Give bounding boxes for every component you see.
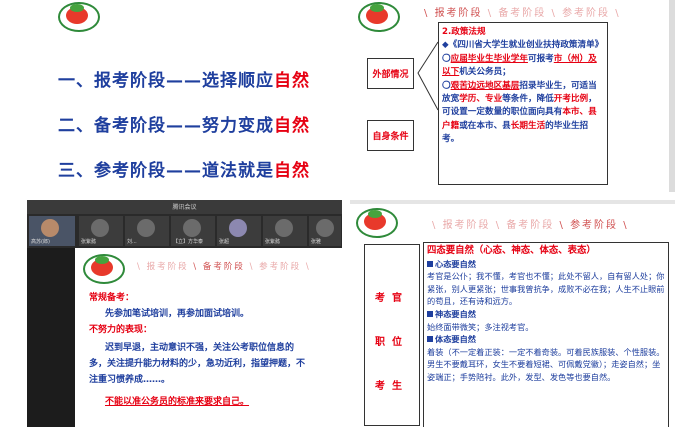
stage-line-1: 一、报考阶段——选择顺应自然 [58, 71, 310, 91]
role-position: 职位 [375, 337, 409, 348]
slide-exam-stage: \ 报考阶段 \ 备考阶段 \ 参考阶段 \ 考官 职位 考生 四态要自然（心态… [350, 200, 675, 427]
role-examiner: 考官 [375, 293, 409, 304]
stage-line-3: 三、参考阶段——道法就是自然 [58, 161, 310, 181]
avatar [41, 219, 59, 237]
section-no-effort: 不努力的表现： [89, 325, 153, 335]
participant-tile[interactable]: 刘... [125, 216, 169, 246]
stage-header: \ 报考阶段 \ 备考阶段 \ 参考阶段 \ [424, 8, 621, 19]
meeting-title: 腾讯会议 [172, 204, 197, 211]
participant-tile[interactable]: 【立】方华泰 [171, 216, 215, 246]
meeting-titlebar: 腾讯会议 [27, 200, 342, 214]
section-routine: 常规备考： [89, 293, 135, 303]
participant-tile[interactable]: 张超 [217, 216, 261, 246]
bullet-square-icon [427, 336, 433, 343]
participant-tile[interactable]: 张紫懿 [263, 216, 307, 246]
avatar [275, 219, 293, 237]
stage-line-2: 二、备考阶段——努力变成自然 [58, 116, 310, 136]
stage-header: \ 报考阶段 \ 备考阶段 \ 参考阶段 \ [432, 220, 629, 231]
avatar [183, 219, 201, 237]
mindset-body: 考官是公仆；我不懂，考官也不懂；此处不留人，自有留人处；你紧张，别人更紧张；世事… [427, 271, 665, 307]
roles-box: 考官 职位 考生 [364, 244, 420, 426]
four-states-box: 四态要自然（心态、神态、体态、表态） 心态要自然 考官是公仆；我不懂，考官也不懂… [423, 242, 669, 427]
avatar [91, 219, 109, 237]
school-logo-icon [358, 2, 400, 32]
school-logo-icon [356, 208, 398, 238]
bullet-square-icon [427, 310, 433, 317]
label-external: 外部情况 [367, 58, 414, 89]
participant-tile[interactable]: 高苏(郎) [29, 216, 75, 246]
scroll-strip [669, 0, 675, 192]
slide-application-stage: \ 报考阶段 \ 备考阶段 \ 参考阶段 \ 外部情况 自身条件 2.政策法规 … [346, 0, 675, 192]
role-candidate: 考生 [375, 381, 409, 392]
bullet-square-icon [427, 260, 433, 267]
avatar [229, 219, 247, 237]
video-meeting-window: 腾讯会议 高苏(郎) 张紫懿 刘... 【立】方华泰 张超 张紫懿 张雅 \ 报… [27, 200, 345, 427]
participant-strip: 高苏(郎) 张紫懿 刘... 【立】方华泰 张超 张紫懿 张雅 [27, 214, 342, 248]
avatar [316, 219, 334, 237]
no-effort-body: 迟到早退，主动意识不强，关注公考职位信息的多，关注提升能力材料的少，急功近利，指… [89, 343, 306, 385]
shared-slide-prep-stage: \ 报考阶段 \ 备考阶段 \ 参考阶段 \ 常规备考： 先参加笔试培训，再参加… [75, 248, 345, 427]
stage-header: \ 报考阶段 \ 备考阶段 \ 参考阶段 \ [137, 262, 311, 272]
avatar [137, 219, 155, 237]
bracket-connector [417, 41, 439, 111]
slide-stages-overview: 一、报考阶段——选择顺应自然 二、备考阶段——努力变成自然 三、参考阶段——道法… [0, 0, 343, 200]
school-logo-icon [83, 254, 125, 284]
expression-body: 始终面带微笑；多注视考官。 [427, 321, 534, 332]
routine-body: 先参加笔试培训，再参加面试培训。 [105, 309, 250, 319]
closing-line: 不能以准公务员的标准来要求自己。 [105, 397, 250, 407]
policy-box: 2.政策法规 ◆《四川省大学生就业创业扶持政策清单》 〇应届毕业生毕业学年可报考… [438, 22, 608, 185]
participant-tile[interactable]: 张紫懿 [79, 216, 123, 246]
four-states-heading: 四态要自然（心态、神态、体态、表态） [427, 245, 596, 256]
school-logo-icon [58, 2, 100, 32]
posture-body: 着装（不一定着正装：一定不着奇装。可着民族服装、个性服装。男生不要戴耳环，女生不… [427, 346, 665, 382]
participant-tile[interactable]: 张雅 [309, 216, 341, 246]
label-self: 自身条件 [367, 120, 414, 151]
